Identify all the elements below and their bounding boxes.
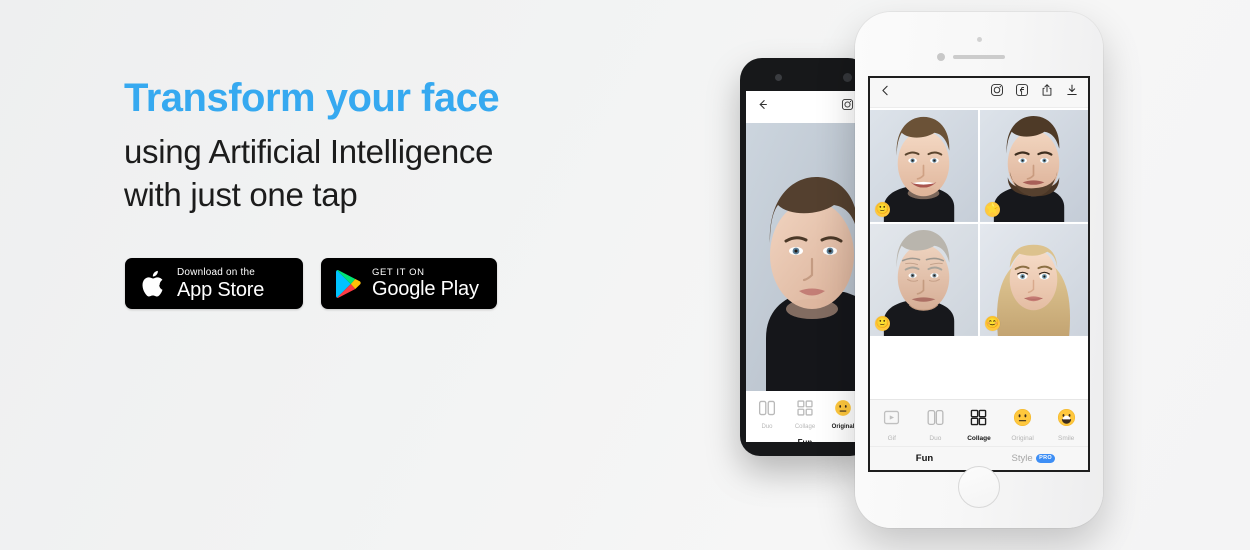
instagram-icon[interactable] xyxy=(841,98,854,116)
android-tool-label: Collage xyxy=(794,424,816,430)
android-tool-list: Duo Collage Original xyxy=(746,391,864,433)
cell-emoji-badge: 🙂 xyxy=(875,316,890,331)
iphone-tool-duo[interactable]: Duo xyxy=(914,408,958,442)
collage-icon xyxy=(797,400,813,416)
iphone-tool-original[interactable]: Original xyxy=(1001,408,1045,442)
android-phone-mockup: Duo Collage Original xyxy=(740,58,870,456)
collage-grid: 🙂 ⭐ 🙂 😊 xyxy=(870,108,1088,338)
android-tool-collage[interactable]: Collage xyxy=(786,399,824,433)
cell-emoji-badge: ⭐ xyxy=(985,202,1000,217)
iphone-canvas-spacer xyxy=(870,338,1088,399)
hero-subline-2: with just one tap xyxy=(124,175,358,213)
grinning-face-emoji xyxy=(1057,408,1075,427)
google-play-small-label: GET IT ON xyxy=(372,266,425,278)
collage-cell-beard[interactable]: ⭐ xyxy=(980,110,1088,222)
android-tab-fun[interactable]: Fun xyxy=(746,433,864,442)
android-sensor-icon xyxy=(843,73,852,82)
back-chevron-icon[interactable] xyxy=(879,84,892,102)
neutral-face-emoji xyxy=(835,400,851,416)
iphone-speaker-grille xyxy=(953,55,1005,59)
android-bottom-toolbar: Duo Collage Original xyxy=(746,391,864,442)
iphone-tool-label: Collage xyxy=(967,435,991,442)
iphone-front-camera-icon xyxy=(937,53,945,61)
headline-text: Transform your face xyxy=(124,76,500,120)
google-play-big-label: Google Play xyxy=(372,278,479,301)
duo-icon xyxy=(927,409,944,426)
facebook-icon[interactable] xyxy=(1015,83,1029,102)
android-screen: Duo Collage Original xyxy=(746,91,864,442)
android-topbar xyxy=(746,91,864,123)
iphone-tool-label: Gif xyxy=(887,435,896,442)
iphone-home-button[interactable] xyxy=(958,466,1000,508)
android-front-camera-icon xyxy=(775,74,782,81)
tab-fun[interactable]: Fun xyxy=(870,453,979,464)
collage-cell-smile[interactable]: 🙂 xyxy=(870,110,978,222)
instagram-icon[interactable] xyxy=(990,83,1004,102)
store-badges: Download on the App Store GET IT ON Goog… xyxy=(125,258,497,309)
collage-cell-female[interactable]: 😊 xyxy=(980,224,1088,336)
iphone-tool-label: Duo xyxy=(929,435,942,442)
page-title: Transform your face xyxy=(124,78,644,118)
neutral-face-emoji xyxy=(1014,408,1032,427)
duo-icon xyxy=(758,400,776,416)
back-arrow-icon[interactable] xyxy=(756,98,769,116)
cell-emoji-badge: 😊 xyxy=(985,316,1000,331)
share-icon[interactable] xyxy=(1040,83,1054,102)
tab-style-label: Style xyxy=(1011,453,1033,464)
iphone-tool-label: Smile xyxy=(1058,435,1075,442)
collage-icon xyxy=(971,409,987,426)
google-play-triangle-icon xyxy=(335,269,362,299)
iphone-tool-gif[interactable]: Gif xyxy=(870,408,914,442)
app-store-button[interactable]: Download on the App Store xyxy=(125,258,303,309)
iphone-bottom-toolbar: Gif Duo Collage Original Smile Fun Style… xyxy=(870,399,1088,470)
hero-subline-1: using Artificial Intelligence xyxy=(124,133,494,170)
tab-style[interactable]: Style PRO xyxy=(979,453,1088,464)
google-play-button[interactable]: GET IT ON Google Play xyxy=(321,258,497,309)
apple-logo-icon xyxy=(140,268,167,300)
download-icon[interactable] xyxy=(1065,83,1079,102)
iphone-screen: 🙂 ⭐ 🙂 😊 Gif Duo Collage Original Smile F… xyxy=(868,76,1090,472)
iphone-topbar xyxy=(870,78,1088,108)
app-store-small-label: Download on the xyxy=(177,266,256,278)
hero-copy: Transform your face using Artificial Int… xyxy=(124,78,644,217)
gif-icon xyxy=(884,410,900,425)
app-store-big-label: App Store xyxy=(177,278,265,301)
collage-cell-old[interactable]: 🙂 xyxy=(870,224,978,336)
android-photo xyxy=(746,123,864,391)
iphone-tool-smile[interactable]: Smile xyxy=(1044,408,1088,442)
iphone-tool-list: Gif Duo Collage Original Smile xyxy=(870,400,1088,446)
iphone-sensor-icon xyxy=(977,37,982,42)
iphone-tool-collage[interactable]: Collage xyxy=(957,408,1001,442)
android-tool-label: Duo xyxy=(761,424,773,430)
android-portrait-image xyxy=(746,123,864,391)
cell-emoji-badge: 🙂 xyxy=(875,202,890,217)
iphone-tool-label: Original xyxy=(1011,435,1034,442)
android-tool-duo[interactable]: Duo xyxy=(748,399,786,433)
pro-badge: PRO xyxy=(1035,453,1056,463)
iphone-mockup: 🙂 ⭐ 🙂 😊 Gif Duo Collage Original Smile F… xyxy=(855,12,1103,528)
